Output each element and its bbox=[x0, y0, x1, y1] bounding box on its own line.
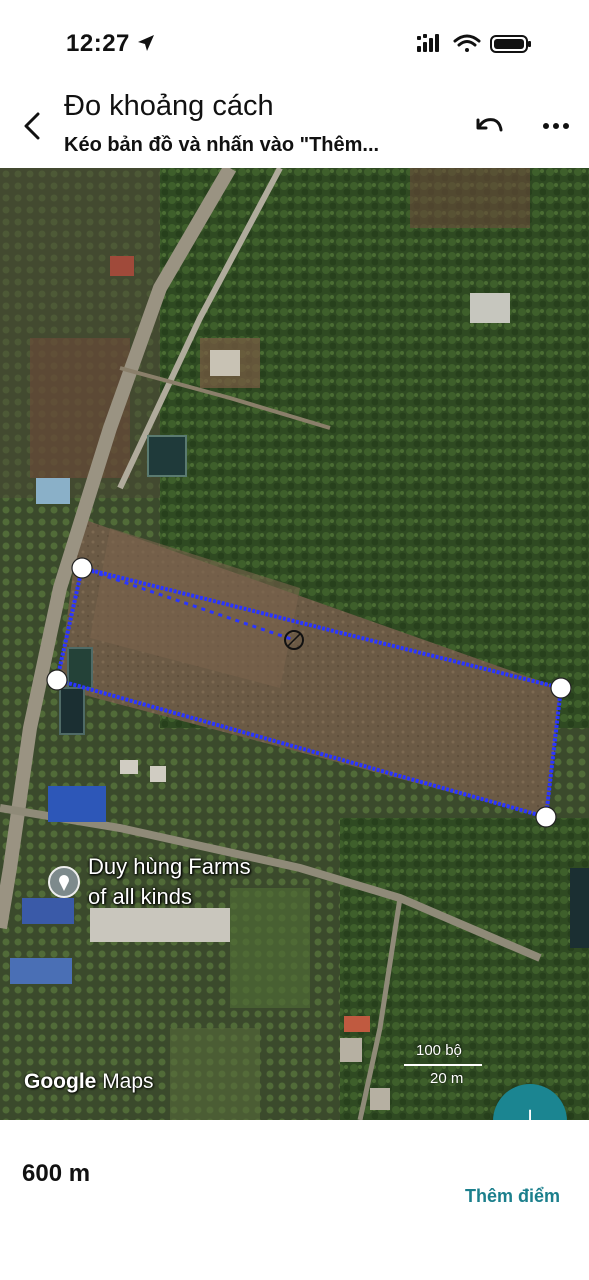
measure-point bbox=[71, 557, 93, 579]
status-time: 12:27 bbox=[66, 30, 130, 57]
undo-icon[interactable] bbox=[470, 110, 506, 140]
bottom-panel: 600 m Thêm điểm bbox=[0, 1120, 589, 1280]
battery-icon bbox=[490, 35, 531, 53]
app-header: Đo khoảng cách Kéo bản đồ và nhấn vào "T… bbox=[0, 88, 589, 168]
measure-point bbox=[46, 669, 68, 691]
measure-lines bbox=[54, 566, 564, 820]
wifi-icon bbox=[453, 34, 481, 52]
place-pin-icon[interactable] bbox=[47, 865, 81, 899]
scale-bar: 100 bộ 20 m bbox=[404, 1040, 484, 1096]
maps-logo-text: Maps bbox=[102, 1070, 154, 1093]
google-logo-text: Google bbox=[24, 1070, 97, 1093]
more-icon[interactable] bbox=[538, 110, 574, 140]
page-title: Đo khoảng cách bbox=[64, 90, 274, 122]
back-icon[interactable] bbox=[14, 106, 50, 146]
scale-meters: 20 m bbox=[430, 1070, 464, 1087]
page-subtitle: Kéo bản đồ và nhấn vào "Thêm... bbox=[64, 134, 380, 156]
status-icons bbox=[417, 34, 531, 53]
location-arrow-icon bbox=[138, 35, 154, 51]
place-label[interactable]: Duy hùng Farms of all kinds bbox=[88, 852, 251, 912]
scale-line bbox=[404, 1064, 482, 1066]
add-point-button[interactable]: Thêm điểm bbox=[465, 1186, 560, 1207]
satellite-map[interactable]: Duy hùng Farms of all kinds Google Maps … bbox=[0, 168, 589, 1120]
signal-icon bbox=[417, 34, 439, 52]
google-maps-logo: Google Maps bbox=[24, 1070, 154, 1094]
place-name-line1: Duy hùng Farms bbox=[88, 854, 251, 879]
total-distance: 600 m bbox=[22, 1160, 91, 1187]
measure-point bbox=[535, 806, 557, 828]
measure-point bbox=[550, 677, 572, 699]
status-bar: 12:27 bbox=[0, 0, 589, 88]
scale-feet: 100 bộ bbox=[416, 1042, 462, 1059]
measurement-overlay bbox=[46, 557, 572, 828]
place-name-line2: of all kinds bbox=[88, 884, 192, 909]
